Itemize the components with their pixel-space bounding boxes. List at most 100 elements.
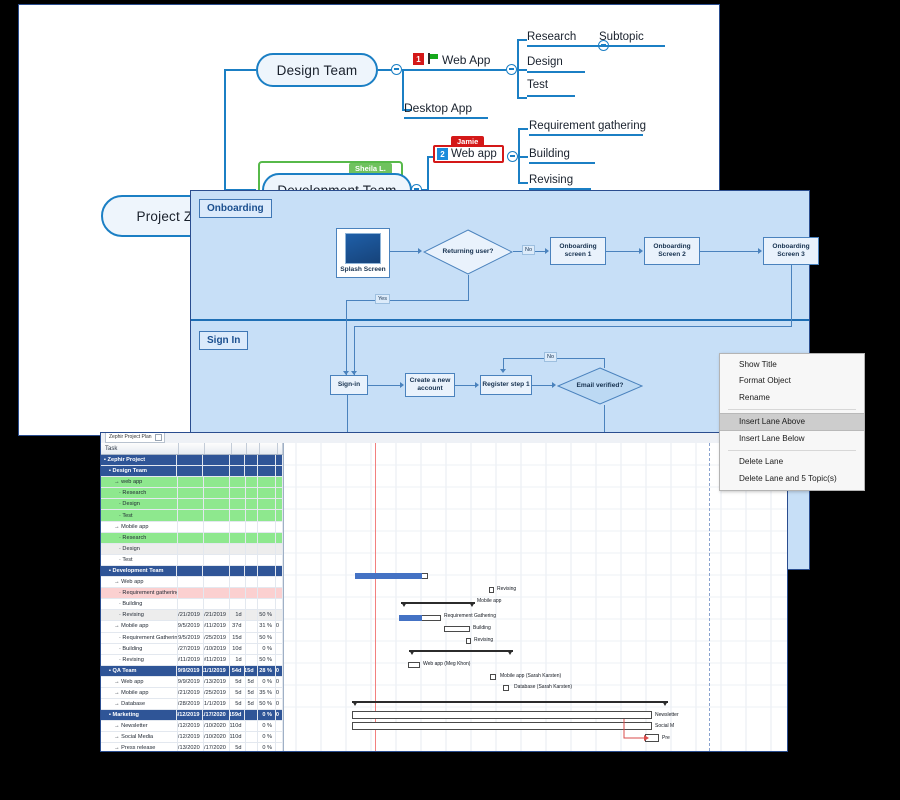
node-register-step-1[interactable]: Register step 1: [480, 375, 532, 395]
table-row[interactable]: · Research: [101, 488, 283, 500]
table-row[interactable]: → Database10/28/201911/1/20195d5d50 %$32…: [101, 699, 283, 711]
table-row[interactable]: · Building: [101, 599, 283, 611]
table-row[interactable]: ▪ Development Team: [101, 565, 283, 578]
cell-start: [177, 455, 204, 466]
table-row[interactable]: → Web app: [101, 577, 283, 589]
node-onboarding-screen-2[interactable]: Onboarding Screen 2: [644, 237, 700, 265]
cell-task: · Test: [101, 510, 178, 521]
connector: [346, 300, 469, 301]
collapse-toggle-web-app-dev[interactable]: [507, 151, 518, 162]
table-row[interactable]: → Mobile app9/5/201910/11/201937d 31 %$0.…: [101, 621, 283, 633]
cell-task: → Mobile app: [101, 621, 178, 632]
mindmap-subtopic-req-gathering[interactable]: Requirement gathering: [529, 120, 646, 132]
mindmap-subtopic-research[interactable]: Research: [527, 31, 576, 43]
mindmap-topic-web-app-dev[interactable]: 2 Web app: [433, 145, 504, 163]
cell-complete: 0 %: [258, 710, 277, 721]
mindmap-subtopic-revising[interactable]: Revising: [529, 174, 573, 186]
collapse-toggle-design-team[interactable]: [391, 64, 402, 75]
cell-cost: $3200.00: [276, 699, 283, 710]
menu-item-insert-lane-below[interactable]: Insert Lane Below: [720, 431, 864, 447]
cell-finish: [203, 565, 230, 577]
column-header-complete[interactable]: [260, 443, 278, 454]
mindmap-subtopic-test[interactable]: Test: [527, 79, 548, 91]
cell-cost: [276, 732, 283, 743]
table-row[interactable]: · Design: [101, 499, 283, 511]
table-row[interactable]: ▪ QA Team9/9/201911/1/201954d15d28 %$924…: [101, 665, 283, 677]
menu-item-insert-lane-above[interactable]: Insert Lane Above: [720, 412, 864, 431]
table-row[interactable]: → Mobile app10/21/201910/25/20195d5d35 %…: [101, 687, 283, 700]
cell-task: ▪ Design Team: [101, 466, 178, 477]
menu-item-rename[interactable]: Rename: [720, 389, 864, 405]
table-row[interactable]: · Requirement gathering: [101, 588, 283, 600]
table-row[interactable]: · Requirement Gathering9/5/20199/25/2019…: [101, 632, 283, 644]
table-row[interactable]: · Revising10/21/201910/21/20191d50 %: [101, 610, 283, 622]
node-splash-screen[interactable]: Splash Screen: [336, 228, 390, 278]
cell-start: [178, 554, 204, 565]
mindmap-subtopic-building[interactable]: Building: [529, 148, 570, 160]
gantt-tab[interactable]: Zephir Project Plan: [105, 433, 165, 443]
lane-label-onboarding[interactable]: Onboarding: [199, 199, 272, 218]
cell-task: · Research: [101, 532, 178, 543]
mindmap-node-design-team[interactable]: Design Team: [256, 53, 378, 87]
topic-underline: [527, 45, 593, 47]
table-row[interactable]: ▪ Zephir Project: [101, 455, 283, 467]
table-row[interactable]: → Press release1/13/20201/17/20205d 0 %: [101, 743, 283, 751]
connector: [402, 69, 506, 71]
table-row[interactable]: ▪ Design Team: [101, 466, 283, 478]
menu-item-delete-lane[interactable]: Delete Lane: [720, 454, 864, 470]
menu-item-delete-lane-and-topics[interactable]: Delete Lane and 5 Topic(s): [720, 470, 864, 486]
lane-label-signin[interactable]: Sign In: [199, 331, 249, 350]
table-row[interactable]: → Social Media8/12/20191/10/2020110d 0 %: [101, 732, 283, 744]
column-header-work[interactable]: [247, 443, 260, 454]
table-row[interactable]: → Web app9/9/20199/13/20195d5d0 %$2500.0…: [101, 676, 283, 688]
cell-start: 8/12/2019: [177, 710, 204, 721]
node-onboarding-screen-1[interactable]: Onboarding screen 1: [550, 237, 606, 265]
table-row[interactable]: · Research: [101, 532, 283, 544]
mindmap-subtopic-subtopic[interactable]: Subtopic: [599, 31, 644, 43]
node-onboarding-screen-3[interactable]: Onboarding Screen 3: [763, 237, 819, 265]
arrowhead: [400, 382, 404, 388]
mindmap-topic-desktop-app[interactable]: Desktop App: [404, 101, 472, 115]
table-row[interactable]: ▪ Marketing8/12/20191/17/2020159d 0 %$0.0…: [101, 710, 283, 722]
column-header-start[interactable]: [179, 443, 206, 454]
cell-work: [246, 721, 258, 732]
table-row[interactable]: → Mobile app: [101, 521, 283, 533]
table-row[interactable]: · Revising10/11/201910/11/20191d50 %: [101, 654, 283, 666]
cell-duration: [230, 455, 246, 466]
cell-complete: 50 %: [258, 610, 276, 621]
node-returning-user[interactable]: Returning user?: [422, 229, 514, 275]
cell-start: 10/11/2019: [178, 654, 204, 665]
cell-duration: [230, 488, 246, 499]
node-create-account[interactable]: Create a new account: [405, 373, 455, 397]
menu-item-show-title[interactable]: Show Title: [720, 357, 864, 373]
lane-context-menu[interactable]: Show Title Format Object Rename Insert L…: [719, 353, 865, 491]
connector: [518, 128, 528, 130]
gantt-task-table[interactable]: Task ▪ Zephir Project ▪ Design Team → web …: [101, 443, 284, 751]
cell-task: · Design: [101, 543, 178, 554]
collapse-toggle-web-app[interactable]: [506, 64, 517, 75]
node-sign-in[interactable]: Sign-in: [330, 375, 368, 395]
cell-cost: [276, 532, 283, 543]
mindmap-topic-web-app[interactable]: Web App: [442, 53, 490, 67]
gantt-chart-area[interactable]: Revising Mobile app Requirement Gatherin…: [284, 443, 787, 751]
connector: [224, 69, 256, 71]
column-header-cost[interactable]: [278, 443, 283, 454]
column-header-duration[interactable]: [232, 443, 248, 454]
menu-item-format-object[interactable]: Format Object: [720, 373, 864, 389]
table-row[interactable]: · Test: [101, 554, 283, 566]
cell-complete: 50 %: [258, 654, 276, 665]
node-email-verified[interactable]: Email verified?: [556, 367, 644, 405]
column-header-task[interactable]: Task: [101, 443, 179, 454]
cell-start: 8/12/2019: [178, 721, 204, 732]
table-row[interactable]: · Test: [101, 510, 283, 522]
table-row[interactable]: · Design: [101, 543, 283, 555]
cell-task: · Research: [101, 488, 178, 499]
table-row[interactable]: → Newsletter8/12/20191/10/2020110d 0 %: [101, 721, 283, 733]
mindmap-subtopic-design[interactable]: Design: [527, 56, 563, 68]
close-icon[interactable]: [154, 434, 162, 441]
column-header-finish[interactable]: [205, 443, 232, 454]
table-row[interactable]: · Building9/27/201910/10/201910d 0 %: [101, 643, 283, 655]
cell-cost: $9240.00: [276, 665, 283, 676]
table-row[interactable]: → web app: [101, 477, 283, 489]
cell-complete: 0 %: [258, 732, 277, 743]
